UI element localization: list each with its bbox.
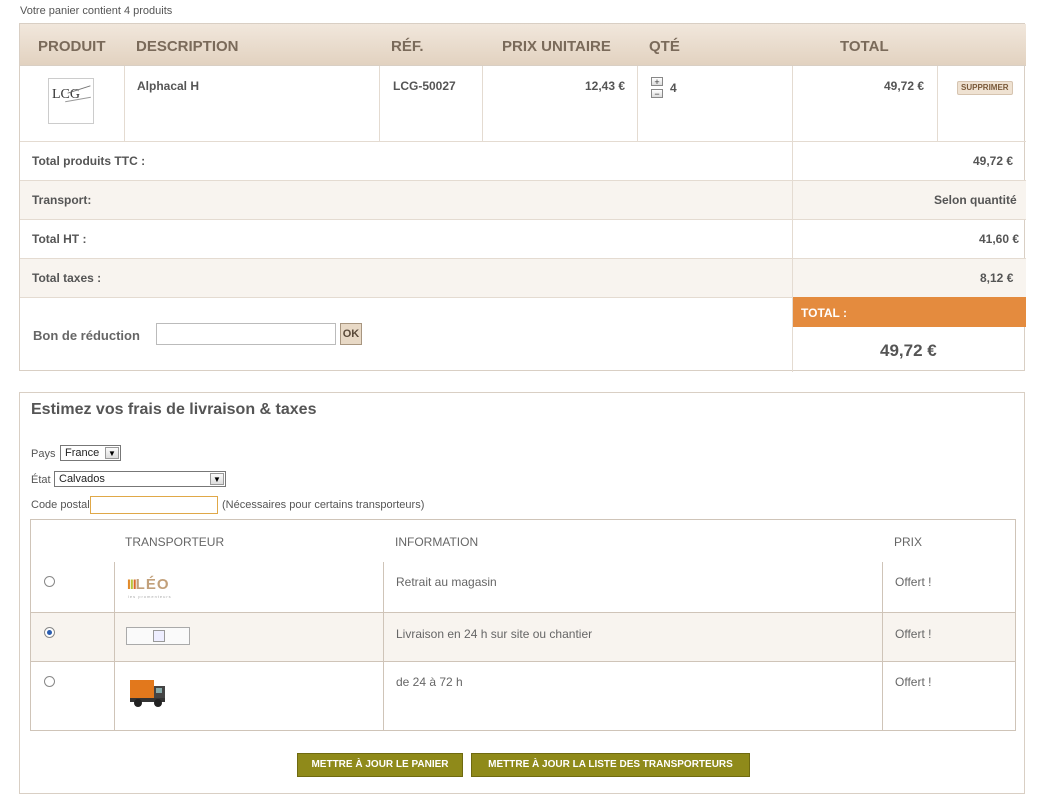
total-ht-value: 41,60 €	[979, 232, 1020, 246]
qty-increase-button[interactable]: +	[651, 77, 663, 87]
column-info: INFORMATION	[395, 535, 479, 549]
update-carriers-button[interactable]: METTRE À JOUR LA LISTE DES TRANSPORTEURS	[471, 753, 750, 777]
coupon-input[interactable]	[156, 323, 336, 345]
column-price: PRIX	[894, 535, 923, 549]
chevron-down-icon: ▼	[105, 447, 119, 459]
total-taxes-value: 8,12 €	[980, 271, 1014, 285]
shipping-estimator: Estimez vos frais de livraison & taxes P…	[19, 392, 1025, 794]
state-label: État	[31, 474, 51, 486]
total-taxes-label: Total taxes :	[32, 271, 102, 285]
header-ref: RÉF.	[391, 38, 424, 55]
country-select[interactable]: France ▼	[60, 445, 121, 461]
update-cart-button[interactable]: METTRE À JOUR LE PANIER	[297, 753, 463, 777]
header-total: TOTAL	[840, 38, 889, 55]
header-qty: QTÉ	[649, 38, 680, 55]
shipping-value: Selon quantité	[934, 193, 1017, 207]
product-name[interactable]: Alphacal H	[137, 79, 199, 93]
chevron-down-icon: ▼	[210, 473, 224, 485]
product-ref: LCG-50027	[393, 79, 456, 93]
leo-logo-text: LÉO	[135, 576, 170, 593]
estimator-title: Estimez vos frais de livraison & taxes	[31, 401, 317, 418]
carrier-info-2: Livraison en 24 h sur site ou chantier	[396, 627, 593, 641]
delete-button[interactable]: SUPPRIMER	[957, 81, 1013, 95]
postal-input[interactable]	[90, 496, 218, 514]
header-unit-price: PRIX UNITAIRE	[502, 38, 611, 55]
country-value: France	[65, 447, 100, 459]
header-description: DESCRIPTION	[136, 38, 239, 55]
carrier-price-2: Offert !	[895, 627, 932, 641]
cart-summary: Votre panier contient 4 produits	[20, 5, 173, 17]
total-products-value: 49,72 €	[973, 154, 1014, 168]
total-products-label: Total produits TTC :	[32, 154, 146, 168]
cart-table: PRODUIT DESCRIPTION RÉF. PRIX UNITAIRE Q…	[19, 23, 1026, 372]
carrier-logo-leo: IIILÉO les promenteurs	[127, 576, 171, 599]
header-product: PRODUIT	[38, 38, 106, 55]
carrier-price-3: Offert !	[895, 675, 932, 689]
product-thumbnail[interactable]: LCG	[48, 78, 94, 124]
product-qty: 4	[670, 81, 677, 95]
qty-decrease-button[interactable]: −	[651, 89, 663, 99]
carrier-radio-1[interactable]	[44, 576, 55, 587]
truck-icon	[130, 680, 165, 707]
grand-total-value: 49,72 €	[880, 341, 937, 360]
postal-label: Code postal	[31, 499, 90, 511]
grand-total-bar: TOTAL :	[793, 297, 1026, 327]
coupon-ok-button[interactable]: OK	[340, 323, 362, 345]
carrier-radio-3[interactable]	[44, 676, 55, 687]
total-ht-label: Total HT :	[32, 232, 87, 246]
carrier-info-3: de 24 à 72 h	[396, 675, 463, 689]
coupon-label: Bon de réduction	[33, 328, 140, 343]
carrier-info-1: Retrait au magasin	[396, 575, 497, 589]
state-value: Calvados	[59, 473, 105, 485]
leo-logo-sub: les promenteurs	[128, 594, 172, 599]
shipping-label: Transport:	[32, 193, 92, 207]
postal-note: (Nécessaires pour certains transporteurs…	[222, 499, 425, 511]
broken-image-icon	[126, 627, 190, 645]
grand-total-label: TOTAL :	[801, 306, 847, 320]
carrier-price-1: Offert !	[895, 575, 932, 589]
cart-header: PRODUIT DESCRIPTION RÉF. PRIX UNITAIRE Q…	[20, 24, 1026, 66]
carriers-table: TRANSPORTEUR INFORMATION PRIX IIILÉO les…	[30, 519, 1016, 731]
column-carrier: TRANSPORTEUR	[125, 535, 225, 549]
country-label: Pays	[31, 448, 56, 460]
product-total: 49,72 €	[884, 79, 925, 93]
product-unit-price: 12,43 €	[585, 79, 626, 93]
carrier-radio-2[interactable]	[44, 627, 55, 638]
state-select[interactable]: Calvados ▼	[54, 471, 226, 487]
